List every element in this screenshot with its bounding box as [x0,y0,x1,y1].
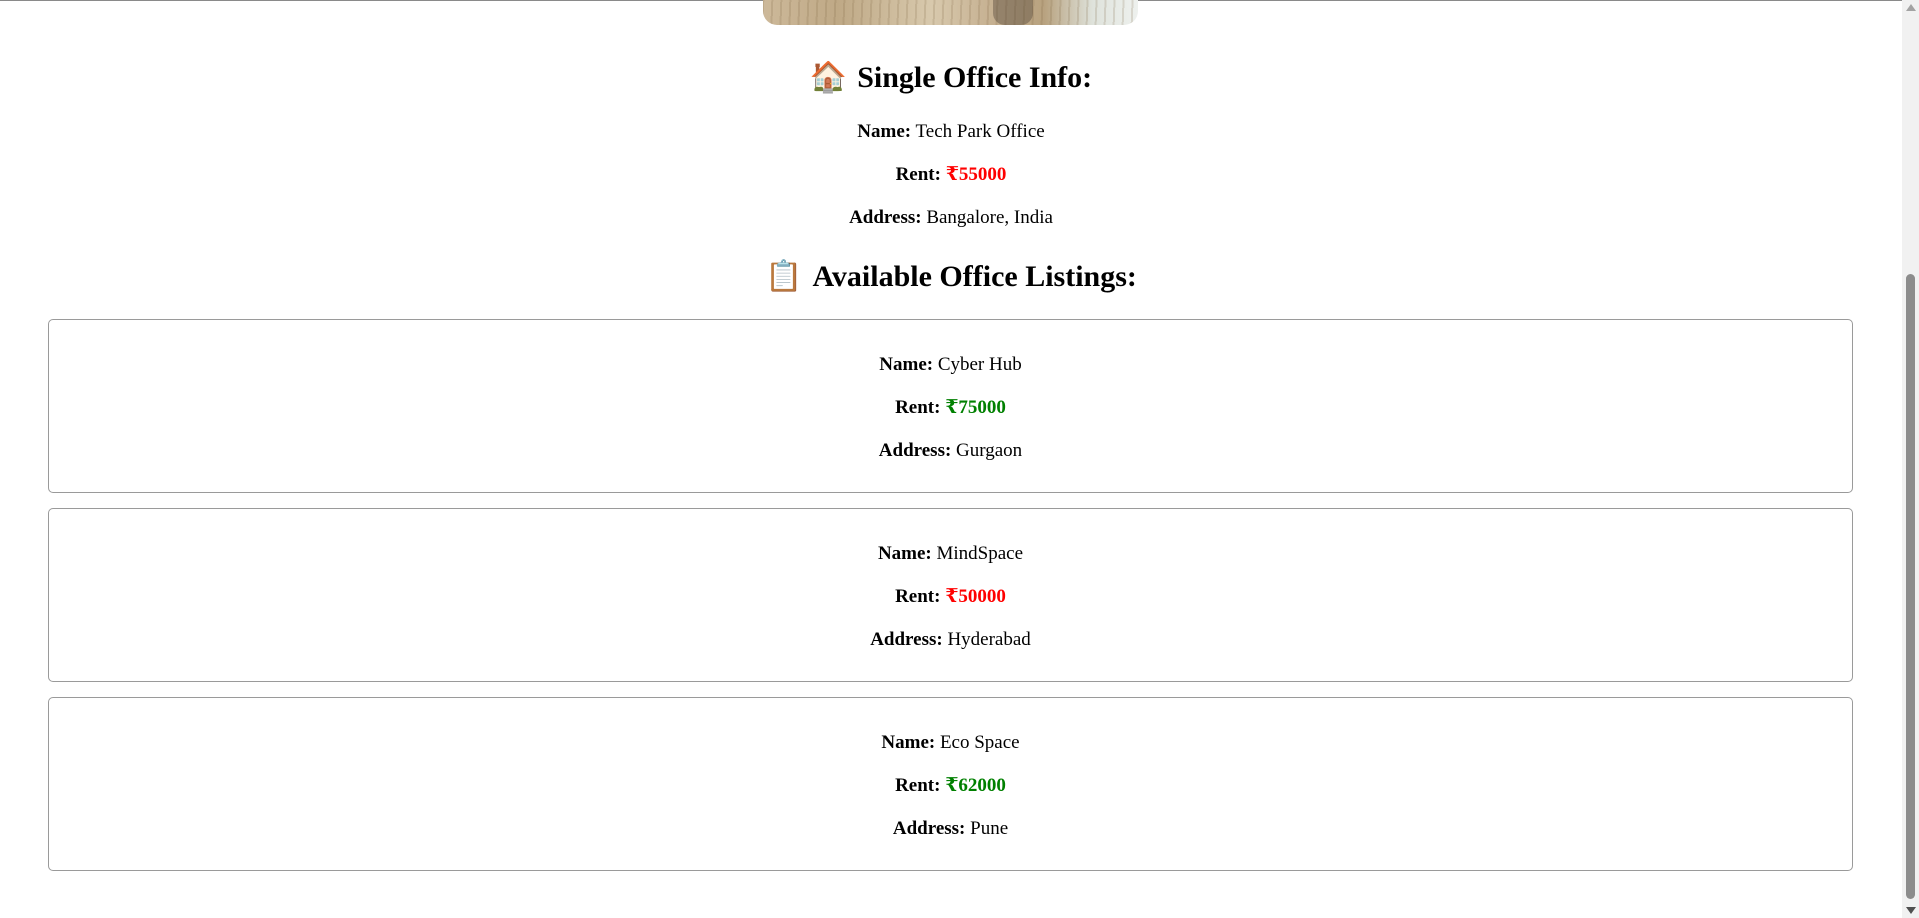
house-icon: 🏠 [809,60,848,95]
listing-address-value: Pune [970,818,1009,839]
rent-label: Rent: [895,397,941,418]
listing-name-value: Eco Space [939,732,1020,753]
listing-name: Name: MindSpace [49,542,1852,566]
listing-address: Address: Gurgaon [49,439,1852,463]
rent-label: Rent: [895,586,941,607]
listing-name-value: Cyber Hub [937,354,1022,375]
hero-image-texture [763,0,1138,25]
listings-heading-text: Available Office Listings: [812,260,1137,293]
listing-name: Name: Cyber Hub [49,353,1852,377]
name-label: Name: [877,543,932,564]
listing-rent-value: ₹75000 [945,397,1006,418]
single-office-address: Address: Bangalore, India [0,206,1902,230]
rent-label: Rent: [895,775,941,796]
address-label: Address: [892,818,966,839]
office-rent-value: ₹55000 [945,164,1007,185]
listing-card: Name: Eco Space Rent: ₹62000 Address: Pu… [48,697,1853,871]
listing-rent-value: ₹62000 [945,775,1006,796]
listings-heading: 📋 Available Office Listings: [0,259,1902,295]
office-address-value: Bangalore, India [926,207,1053,228]
listing-name: Name: Eco Space [49,731,1852,755]
name-label: Name: [881,732,936,753]
listing-address: Address: Pune [49,817,1852,841]
name-label: Name: [879,354,934,375]
listing-address-value: Hyderabad [947,629,1031,650]
listing-card: Name: Cyber Hub Rent: ₹75000 Address: Gu… [48,319,1853,493]
scroll-up-arrow-icon[interactable] [1906,4,1916,11]
page: 🏠 Single Office Info: Name: Tech Park Off… [0,0,1919,918]
listing-name-value: MindSpace [936,543,1024,564]
single-office-rent: Rent: ₹55000 [0,163,1902,187]
address-label: Address: [870,629,943,650]
listing-rent: Rent: ₹75000 [49,396,1852,420]
name-label: Name: [857,121,912,142]
listing-rent: Rent: ₹62000 [49,774,1852,798]
scroll-down-arrow-icon[interactable] [1906,907,1916,914]
office-name-value: Tech Park Office [915,121,1045,142]
clipboard-icon: 📋 [765,259,803,294]
vertical-scrollbar[interactable] [1902,0,1919,918]
rent-label: Rent: [895,164,941,185]
single-office-heading-text: Single Office Info: [857,61,1093,94]
address-label: Address: [849,207,922,228]
listing-rent-value: ₹50000 [945,586,1006,607]
single-office-name: Name: Tech Park Office [0,120,1902,144]
hero-image-shadow [993,0,1033,25]
listing-address: Address: Hyderabad [49,628,1852,652]
office-hero-image [763,0,1138,25]
listing-card: Name: MindSpace Rent: ₹50000 Address: Hy… [48,508,1853,682]
listing-address-value: Gurgaon [956,440,1023,461]
listing-rent: Rent: ₹50000 [49,585,1852,609]
address-label: Address: [878,440,952,461]
single-office-heading: 🏠 Single Office Info: [0,60,1902,96]
scrollbar-thumb[interactable] [1906,274,1915,899]
